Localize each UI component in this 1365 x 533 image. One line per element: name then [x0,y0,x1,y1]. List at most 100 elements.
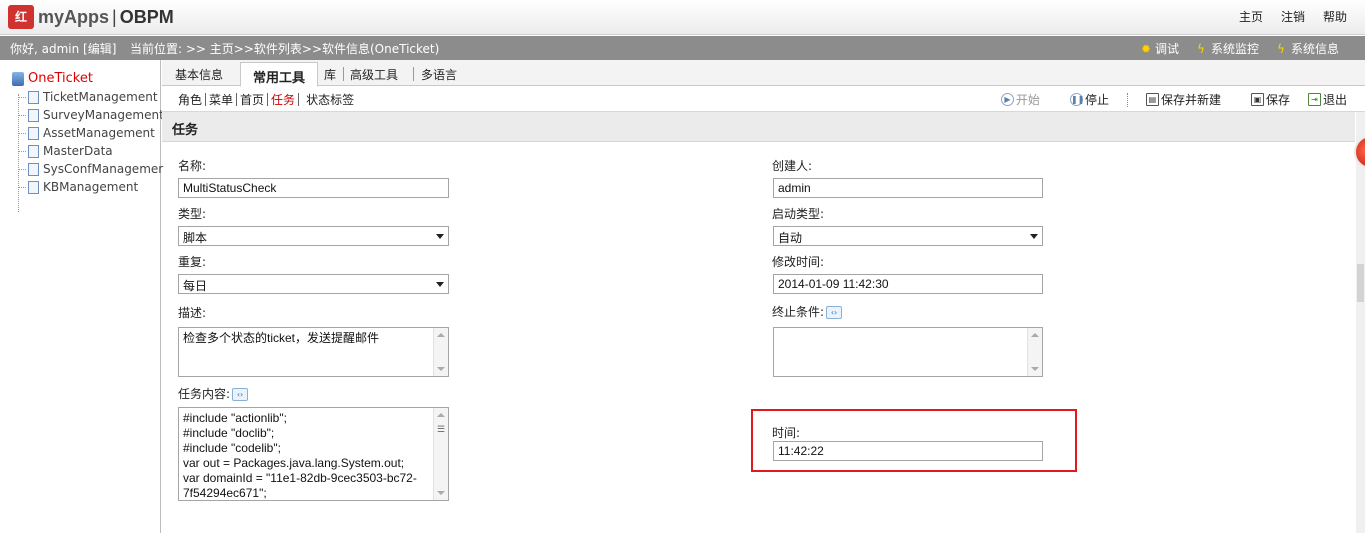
play-icon: ▶ [1000,93,1014,106]
tree-item-asset-management[interactable]: AssetManagement [28,126,155,140]
pause-icon: ❚❚ [1069,93,1085,106]
textarea-scrollbar[interactable]: ☰ [433,408,448,500]
dropdown-arrow-icon [436,234,444,239]
tree-root[interactable]: OneTicket [12,71,93,86]
start-type-label: 启动类型: [772,207,825,221]
debug-button[interactable]: ✹ 调试 [1141,40,1179,57]
new-document-icon: ▤ [1145,93,1159,106]
description-label: 描述: [178,306,207,320]
code-line: 7f54294ec671"; [183,486,267,500]
tree-item-sysconf-management[interactable]: SysConfManagemer [28,162,163,176]
scroll-down-icon [437,491,445,495]
tree-item-label: MasterData [43,144,113,158]
type-select[interactable]: 脚本 [178,226,449,246]
debug-label: 调试 [1154,42,1179,56]
end-condition-label-text: 终止条件: [772,305,825,319]
dropdown-arrow-icon [1030,234,1038,239]
time-field[interactable]: 11:42:22 [773,441,1043,461]
tab-advanced-tools[interactable]: 高级工具 [350,64,398,86]
start-button[interactable]: ▶ 开始 [1000,91,1040,108]
code-line: #include "codelib"; [183,441,281,455]
repeat-label: 重复: [178,255,207,269]
subtab-divider [267,93,269,106]
tree-item-master-data[interactable]: MasterData [28,144,113,158]
exit-icon: ⇥ [1307,93,1321,106]
scroll-up-icon [437,413,445,417]
start-type-select[interactable]: 自动 [773,226,1043,246]
exit-label: 退出 [1322,93,1347,107]
sub-toolbar: 角色 菜单 首页 任务 状态标签 ▶ 开始 ❚❚ 停止 ▤ 保存并新建 ▣ 保存… [162,87,1365,112]
user-greeting[interactable]: 你好, admin [编辑] [10,40,116,57]
modified-time-field[interactable]: 2014-01-09 11:42:30 [773,274,1043,294]
tab-basic-info[interactable]: 基本信息 [175,64,223,86]
logout-link[interactable]: 注销 [1281,8,1305,25]
tree-connector [18,94,19,212]
code-line: var domainId = "11e1-82db-9cec3503-bc72- [183,471,417,485]
subtab-divider [205,93,207,106]
name-field[interactable]: MultiStatusCheck [178,178,449,198]
dropdown-arrow-icon [436,282,444,287]
task-content-label: 任务内容: ‹› [178,385,249,402]
textarea-scrollbar[interactable] [1027,328,1042,376]
subtab-status-labels[interactable]: 状态标签 [304,91,356,108]
end-condition-label: 终止条件: ‹› [772,303,843,320]
debug-icon: ✹ [1140,41,1152,56]
tree-item-ticket-management[interactable]: TicketManagement [28,90,158,104]
time-label: 时间: [772,426,801,440]
toolbar-divider [1126,92,1128,107]
document-icon [28,108,39,122]
system-monitor-button[interactable]: ϟ 系统监控 [1197,40,1259,57]
stop-button[interactable]: ❚❚ 停止 [1069,91,1109,108]
computer-icon [12,71,24,86]
tree-connector [18,115,26,116]
code-editor-icon[interactable]: ‹› [826,306,843,319]
subtab-roles[interactable]: 角色 [176,91,204,108]
help-link[interactable]: 帮助 [1323,8,1347,25]
description-text: 检查多个状态的ticket，发送提醒邮件 [183,331,380,345]
subtab-homepage[interactable]: 首页 [238,91,266,108]
logo-icon: 红 [8,5,34,29]
scroll-thumb[interactable] [1357,264,1364,302]
save-icon: ▣ [1250,93,1264,106]
tab-divider [413,67,414,81]
sidebar-tree: OneTicket TicketManagement SurveyManagem… [0,60,164,533]
end-condition-textarea[interactable] [773,327,1043,377]
tree-item-label: SysConfManagemer [43,162,164,176]
repeat-select[interactable]: 每日 [178,274,449,294]
tree-root-label: OneTicket [28,71,93,86]
tab-library[interactable]: 库 [324,64,336,86]
task-content-textarea[interactable]: #include "actionlib"; #include "doclib";… [178,407,449,501]
app-logo: 红 myApps | OBPM [8,4,174,30]
logo-separator: | [112,6,117,27]
tab-multilanguage[interactable]: 多语言 [421,64,457,86]
tree-item-kb-management[interactable]: KBManagement [28,180,138,194]
info-bar: 你好, admin [编辑] 当前位置: >> 主页>>软件列表>>软件信息(O… [0,36,1365,60]
lightning-icon: ϟ [1196,41,1205,56]
modified-time-label: 修改时间: [772,255,825,269]
tab-common-tools[interactable]: 常用工具 [240,62,319,87]
subtab-divider [236,93,238,106]
code-editor-icon[interactable]: ‹› [232,388,249,401]
document-icon [28,162,39,176]
textarea-scrollbar[interactable] [433,328,448,376]
save-button[interactable]: ▣ 保存 [1250,91,1290,108]
save-and-new-button[interactable]: ▤ 保存并新建 [1145,91,1221,108]
tree-connector [18,169,26,170]
code-line: var out = Packages.java.lang.System.out; [183,456,405,470]
creator-field[interactable]: admin [773,178,1043,198]
system-info-button[interactable]: ϟ 系统信息 [1277,40,1339,57]
home-link[interactable]: 主页 [1239,8,1263,25]
subtab-menus[interactable]: 菜单 [207,91,235,108]
description-textarea[interactable]: 检查多个状态的ticket，发送提醒邮件 [178,327,449,377]
start-type-selected-value: 自动 [778,231,803,245]
tree-connector [18,97,26,98]
page-scrollbar[interactable] [1356,112,1365,533]
scroll-thumb[interactable]: ☰ [436,424,446,434]
repeat-selected-value: 每日 [183,279,208,293]
exit-button[interactable]: ⇥ 退出 [1307,91,1347,108]
save-label: 保存 [1265,93,1290,107]
main-tabs: 基本信息 常用工具 库 高级工具 多语言 [162,60,1365,87]
code-line: #include "doclib"; [183,426,275,440]
subtab-tasks[interactable]: 任务 [269,91,297,108]
tree-item-survey-management[interactable]: SurveyManagement [28,108,164,122]
